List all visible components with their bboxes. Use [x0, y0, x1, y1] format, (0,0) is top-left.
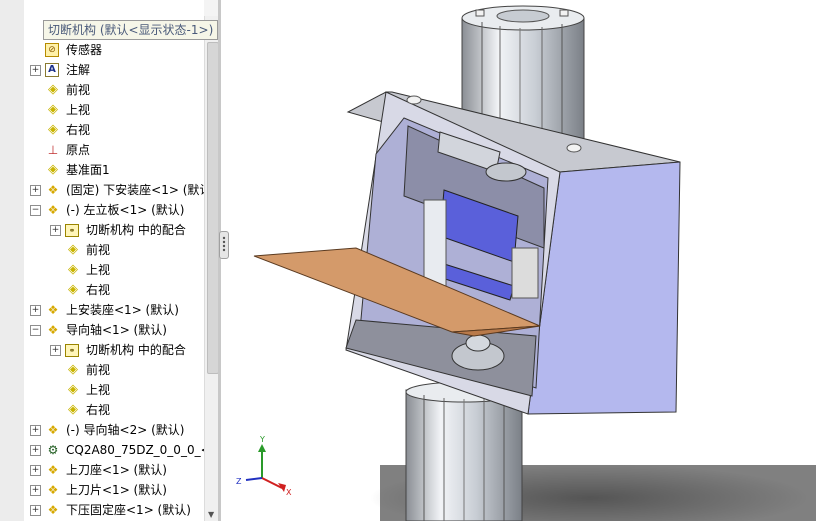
tree-item[interactable]: ◈ 右视 — [24, 400, 204, 420]
tree-item-label: 切断机构 中的配合 — [86, 343, 186, 357]
part-icon: ❖ — [47, 423, 59, 437]
tree-item[interactable]: ⊥ 原点 — [24, 140, 204, 160]
tree-item[interactable]: ⊘ 传感器 — [24, 40, 204, 60]
plane-icon: ◈ — [68, 242, 78, 257]
collapse-icon[interactable]: − — [30, 200, 41, 220]
expand-icon[interactable]: + — [50, 220, 61, 240]
plane-icon: ◈ — [68, 282, 78, 297]
plane-icon: ◈ — [48, 162, 58, 177]
tree-item[interactable]: + A 注解 — [24, 60, 204, 80]
tree-item[interactable]: ◈ 上视 — [24, 260, 204, 280]
feature-tree-panel: ⊘ 传感器 + A 注解 ◈ 前视 ◈ 上视 ◈ 右视 ⊥ 原点 ◈ 基准面1 + ❖ (固定) 下安装座<1> … — [24, 0, 204, 521]
triad-z-label: Z — [236, 477, 242, 486]
tree-item[interactable]: + ⚭ 切断机构 中的配合 — [24, 340, 204, 360]
tree-item-label: 上视 — [86, 383, 111, 397]
tree-item[interactable]: ◈ 前视 — [24, 80, 204, 100]
graphics-viewport[interactable]: Y X Z — [221, 0, 816, 524]
tree-item-label: 切断机构 中的配合 — [86, 223, 186, 237]
plane-icon: ◈ — [48, 102, 58, 117]
expand-icon[interactable]: + — [30, 440, 41, 460]
collapse-icon[interactable]: − — [30, 320, 41, 340]
tree-item-label: 原点 — [66, 143, 91, 157]
sensor-icon: ⊘ — [45, 43, 59, 57]
plane-icon: ◈ — [48, 122, 58, 137]
tree-scrollbar[interactable]: ▲ ▼ — [204, 16, 219, 521]
expand-icon[interactable]: + — [30, 500, 41, 520]
tree-item-label: 右视 — [86, 403, 111, 417]
plane-icon: ◈ — [68, 362, 78, 377]
expand-icon[interactable]: + — [30, 300, 41, 320]
tree-item-label: 导向轴<1> (默认) — [66, 323, 167, 337]
tree-item-label: 基准面1 — [66, 163, 110, 177]
plane-icon: ◈ — [48, 82, 58, 97]
tree-item[interactable]: + ❖ 上刀座<1> (默认) — [24, 460, 204, 480]
tree-item[interactable]: ◈ 前视 — [24, 360, 204, 380]
tree-item[interactable]: − ❖ (-) 左立板<1> (默认) — [24, 200, 204, 220]
tree-item[interactable]: ◈ 基准面1 — [24, 160, 204, 180]
tree-item-label: 下压固定座<1> (默认) — [66, 503, 191, 517]
tree-item-label: (-) 左立板<1> (默认) — [66, 203, 185, 217]
part-icon: ❖ — [47, 323, 59, 337]
triad-y-label: Y — [259, 435, 265, 444]
tree-item[interactable]: + ❖ 下压固定座<1> (默认) — [24, 500, 204, 520]
part-icon: ❖ — [47, 503, 59, 517]
cutting-frame — [345, 91, 681, 415]
tree-item[interactable]: ◈ 上视 — [24, 100, 204, 120]
tree-item[interactable]: + ❖ 上刀片<1> (默认) — [24, 480, 204, 500]
tree-item-label: 前视 — [66, 83, 91, 97]
tree-item[interactable]: − ❖ 导向轴<1> (默认) — [24, 320, 204, 340]
tree-item[interactable]: + ⚭ 切断机构 中的配合 — [24, 220, 204, 240]
tree-item[interactable]: ◈ 右视 — [24, 120, 204, 140]
tree-item-label: CQ2A80_75DZ_0_0_0_<1 — [66, 443, 204, 457]
part-icon: ❖ — [47, 483, 59, 497]
tree-item[interactable]: + ❖ (-) 导向轴<2> (默认) — [24, 420, 204, 440]
mate-folder-icon: ⚭ — [65, 224, 79, 237]
model-view-svg: Y X Z — [236, 5, 816, 524]
tree-item[interactable]: ◈ 上视 — [24, 380, 204, 400]
left-toolbar-strip — [0, 0, 25, 521]
tree-item-label: 右视 — [66, 123, 91, 137]
tree-item-label: 前视 — [86, 243, 111, 257]
tree-item-label: 前视 — [86, 363, 111, 377]
tree-item-label: 上刀片<1> (默认) — [66, 483, 167, 497]
scroll-down-arrow-icon[interactable]: ▼ — [208, 510, 214, 519]
tree-item-label: 上刀座<1> (默认) — [66, 463, 167, 477]
expand-icon[interactable]: + — [50, 340, 61, 360]
tree-item[interactable]: + ❖ 上安装座<1> (默认) — [24, 300, 204, 320]
annotation-icon: A — [45, 63, 59, 77]
subassembly-icon: ⚙ — [47, 443, 59, 457]
part-icon: ❖ — [47, 463, 59, 477]
tree-item[interactable]: ◈ 右视 — [24, 280, 204, 300]
expand-icon[interactable]: + — [30, 60, 41, 80]
plane-icon: ◈ — [68, 382, 78, 397]
axis-triad: Y X Z — [236, 435, 292, 497]
part-icon: ❖ — [47, 303, 59, 317]
tree-item-label: 上视 — [86, 263, 111, 277]
tree-item-label: 注解 — [66, 63, 91, 77]
part-icon: ❖ — [47, 203, 59, 217]
tree-item-label: (-) 导向轴<2> (默认) — [66, 423, 185, 437]
triad-x-label: X — [286, 488, 292, 497]
tree-item[interactable]: + ⚙ CQ2A80_75DZ_0_0_0_<1 — [24, 440, 204, 460]
tree-item-label: 上视 — [66, 103, 91, 117]
expand-icon[interactable]: + — [30, 480, 41, 500]
tree-item-label: 右视 — [86, 283, 111, 297]
plane-icon: ◈ — [68, 262, 78, 277]
tree-item[interactable]: ◈ 前视 — [24, 240, 204, 260]
part-icon: ❖ — [47, 183, 59, 197]
expand-icon[interactable]: + — [30, 420, 41, 440]
plane-icon: ◈ — [68, 402, 78, 417]
tree-root-tooltip: 切断机构 (默认<显示状态-1>) — [43, 20, 219, 40]
tree-item-label: 传感器 — [66, 43, 103, 57]
tree-item-label: (固定) 下安装座<1> (默认 — [66, 183, 204, 197]
expand-icon[interactable]: + — [30, 460, 41, 480]
tree-item[interactable]: + ❖ (固定) 下安装座<1> (默认 — [24, 180, 204, 200]
mate-folder-icon: ⚭ — [65, 344, 79, 357]
expand-icon[interactable]: + — [30, 180, 41, 200]
origin-icon: ⊥ — [47, 143, 59, 157]
tree-item-label: 上安装座<1> (默认) — [66, 303, 179, 317]
